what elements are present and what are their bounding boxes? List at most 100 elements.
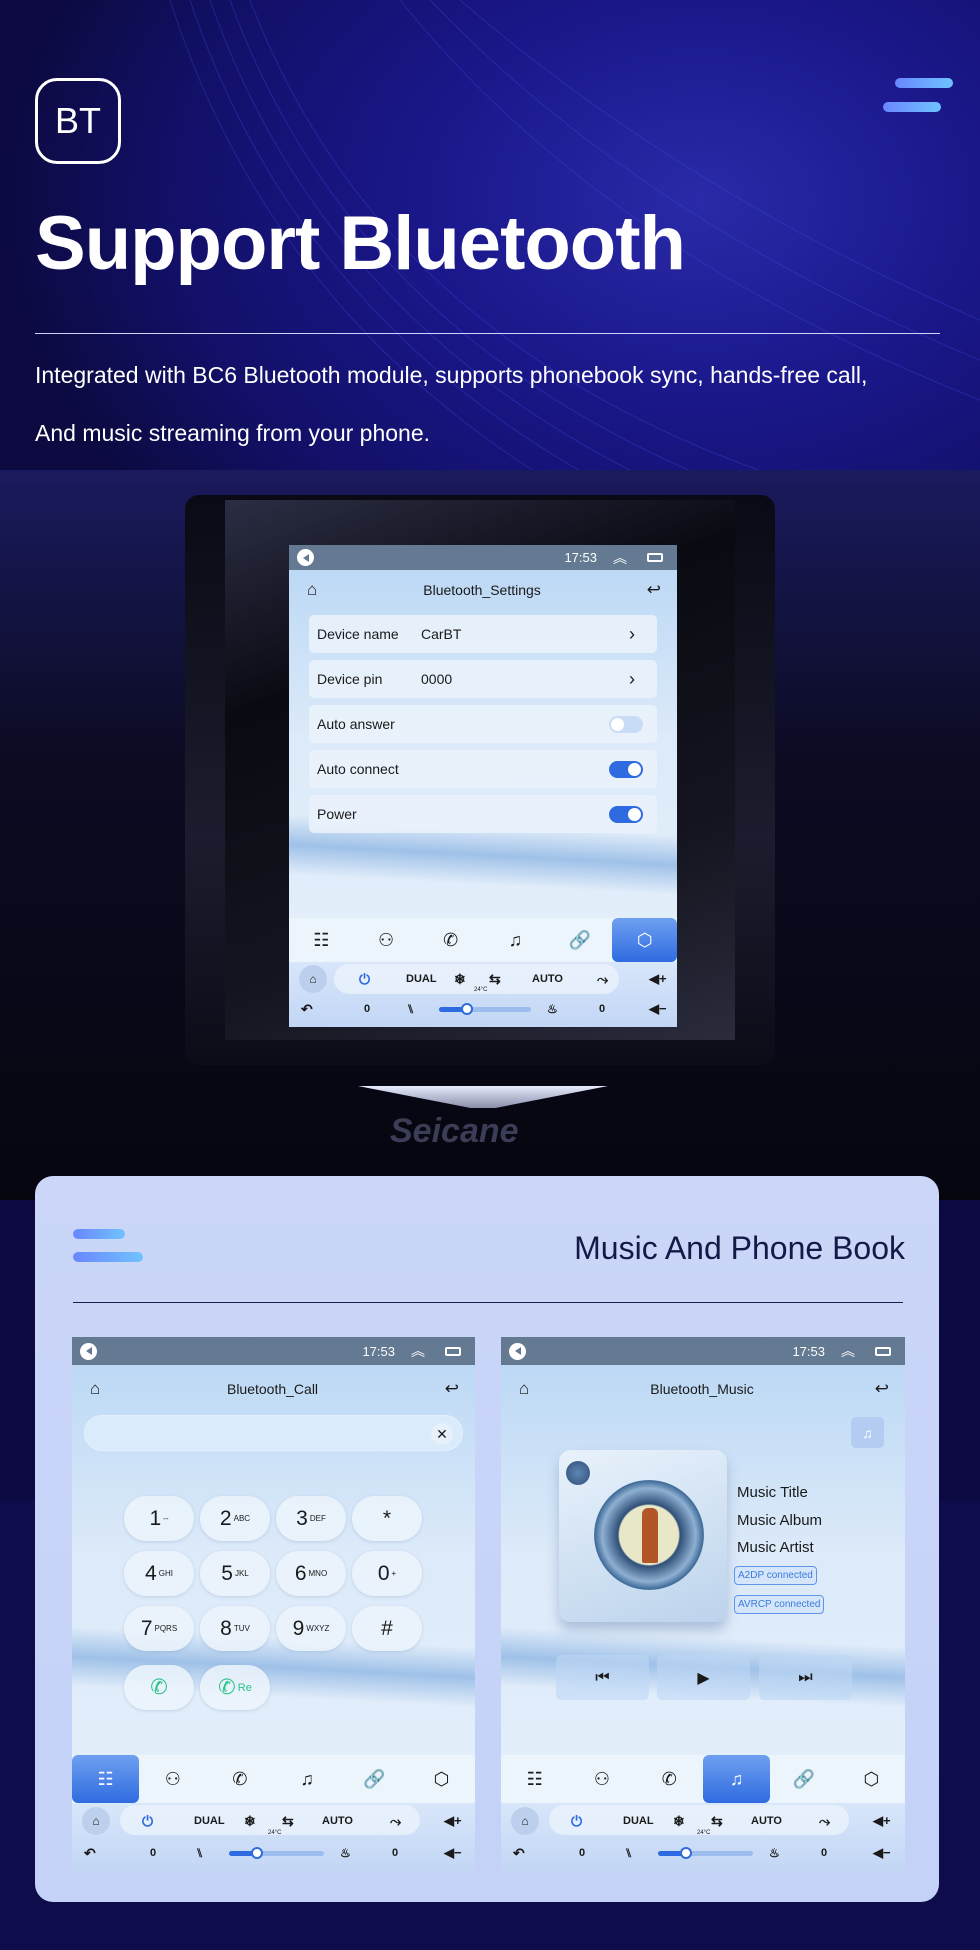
keypad-key[interactable]: 3 DEF bbox=[276, 1496, 346, 1541]
call-button[interactable]: ✆ bbox=[124, 1665, 194, 1710]
tab-contacts[interactable]: ⚇ bbox=[568, 1755, 635, 1803]
contact-icon: ⚇ bbox=[593, 1768, 611, 1789]
snowflake-icon[interactable]: ❄ bbox=[454, 971, 466, 988]
tab-link[interactable]: 🔗 bbox=[341, 1755, 408, 1803]
auto-answer-toggle[interactable] bbox=[609, 715, 643, 733]
home-icon[interactable]: ⌂ bbox=[519, 1379, 529, 1399]
tab-settings[interactable]: ⬡ bbox=[408, 1755, 475, 1803]
windows-icon[interactable] bbox=[875, 1346, 891, 1356]
device-name-row[interactable]: Device name CarBT › bbox=[309, 615, 657, 653]
airflow-icon[interactable]: ⤳ bbox=[390, 1813, 401, 1830]
return-icon[interactable]: ↶ bbox=[84, 1845, 96, 1862]
power-icon[interactable]: ⏻ bbox=[571, 1813, 582, 1830]
chevron-up-icon[interactable]: ︽ bbox=[841, 1341, 855, 1361]
home-button-icon[interactable]: ⌂ bbox=[82, 1807, 110, 1835]
windows-icon[interactable] bbox=[445, 1346, 461, 1356]
dual-button[interactable]: DUAL bbox=[406, 973, 437, 985]
home-icon[interactable]: ⌂ bbox=[307, 580, 317, 600]
auto-connect-toggle[interactable] bbox=[609, 760, 643, 778]
recirculate-icon[interactable]: ⇆ bbox=[711, 1813, 723, 1830]
tab-settings[interactable]: ⬡ bbox=[612, 918, 677, 962]
music-source-button[interactable]: ♫ bbox=[851, 1417, 884, 1448]
airflow-icon[interactable]: ⤳ bbox=[819, 1813, 830, 1830]
back-icon[interactable]: ↩ bbox=[445, 1379, 459, 1399]
keypad-key[interactable]: 6 MNO bbox=[276, 1551, 346, 1596]
tab-dialpad[interactable]: ☷ bbox=[289, 918, 354, 962]
keypad-key[interactable]: 9 WXYZ bbox=[276, 1606, 346, 1651]
volume-down-icon[interactable]: ◀− bbox=[873, 1845, 891, 1861]
tab-calls[interactable]: ✆ bbox=[418, 918, 483, 962]
tab-dialpad[interactable]: ☷ bbox=[72, 1755, 140, 1803]
seat-icon[interactable]: ⑊ bbox=[625, 1846, 632, 1860]
tab-settings[interactable]: ⬡ bbox=[838, 1755, 905, 1803]
tab-calls[interactable]: ✆ bbox=[206, 1755, 273, 1803]
volume-icon[interactable] bbox=[80, 1342, 97, 1360]
keypad-key[interactable]: 5 JKL bbox=[200, 1551, 270, 1596]
tab-contacts[interactable]: ⚇ bbox=[354, 918, 419, 962]
chevron-up-icon[interactable]: ︽ bbox=[411, 1341, 425, 1361]
volume-up-icon[interactable]: ◀+ bbox=[873, 1813, 891, 1829]
power-icon[interactable]: ⏻ bbox=[359, 971, 370, 988]
seat-heat-icon[interactable]: ♨ bbox=[547, 1002, 558, 1016]
tab-music[interactable]: ♫ bbox=[483, 918, 548, 962]
recirculate-icon[interactable]: ⇆ bbox=[282, 1813, 294, 1830]
windows-icon[interactable] bbox=[647, 553, 663, 562]
play-button[interactable]: ▶ bbox=[657, 1655, 750, 1700]
auto-button[interactable]: AUTO bbox=[532, 973, 563, 985]
seat-icon[interactable]: ⑊ bbox=[196, 1846, 203, 1860]
tab-contacts[interactable]: ⚇ bbox=[139, 1755, 206, 1803]
auto-button[interactable]: AUTO bbox=[751, 1815, 782, 1827]
seat-icon[interactable]: ⑊ bbox=[407, 1002, 414, 1016]
keypad-key[interactable]: 0 + bbox=[352, 1551, 422, 1596]
previous-button[interactable]: ⏮ bbox=[556, 1655, 649, 1700]
power-icon[interactable]: ⏻ bbox=[142, 1813, 153, 1830]
chevron-up-icon[interactable]: ︽ bbox=[613, 548, 627, 568]
tab-dialpad[interactable]: ☷ bbox=[501, 1755, 568, 1803]
clear-icon[interactable]: ✕ bbox=[431, 1423, 453, 1445]
power-toggle[interactable] bbox=[609, 805, 643, 823]
return-icon[interactable]: ↶ bbox=[301, 1001, 313, 1018]
home-button-icon[interactable]: ⌂ bbox=[299, 965, 327, 993]
volume-icon[interactable] bbox=[297, 549, 314, 566]
keypad-key[interactable]: 1 -- bbox=[124, 1496, 194, 1541]
keypad-key[interactable]: 4 GHI bbox=[124, 1551, 194, 1596]
home-button-icon[interactable]: ⌂ bbox=[511, 1807, 539, 1835]
keypad-key[interactable]: 7 PQRS bbox=[124, 1606, 194, 1651]
airflow-icon[interactable]: ⤳ bbox=[597, 971, 608, 988]
menu-icon[interactable] bbox=[883, 78, 953, 112]
device-pin-row[interactable]: Device pin 0000 › bbox=[309, 660, 657, 698]
keypad-key[interactable]: 2 ABC bbox=[200, 1496, 270, 1541]
return-icon[interactable]: ↶ bbox=[513, 1845, 525, 1862]
keypad-key[interactable]: * bbox=[352, 1496, 422, 1541]
seat-heat-icon[interactable]: ♨ bbox=[340, 1846, 351, 1860]
recirculate-icon[interactable]: ⇆ bbox=[489, 971, 501, 988]
back-icon[interactable]: ↩ bbox=[875, 1379, 889, 1399]
fan-slider[interactable] bbox=[439, 1002, 531, 1015]
dial-number-input[interactable]: ✕ bbox=[84, 1415, 463, 1451]
keypad-key[interactable]: # bbox=[352, 1606, 422, 1651]
tab-music[interactable]: ♫ bbox=[702, 1755, 771, 1803]
back-icon[interactable]: ↩ bbox=[647, 580, 661, 600]
dual-button[interactable]: DUAL bbox=[623, 1815, 654, 1827]
volume-up-icon[interactable]: ◀+ bbox=[444, 1813, 462, 1829]
tab-calls[interactable]: ✆ bbox=[636, 1755, 703, 1803]
next-button[interactable]: ⏭ bbox=[759, 1655, 852, 1700]
redial-button[interactable]: ✆ Re bbox=[200, 1665, 270, 1710]
tab-music[interactable]: ♫ bbox=[274, 1755, 341, 1803]
snowflake-icon[interactable]: ❄ bbox=[673, 1813, 685, 1830]
keypad-key[interactable]: 8 TUV bbox=[200, 1606, 270, 1651]
tab-link[interactable]: 🔗 bbox=[548, 918, 613, 962]
fan-slider[interactable] bbox=[658, 1846, 753, 1859]
home-icon[interactable]: ⌂ bbox=[90, 1379, 100, 1399]
volume-down-icon[interactable]: ◀− bbox=[444, 1845, 462, 1861]
dual-button[interactable]: DUAL bbox=[194, 1815, 225, 1827]
fan-slider[interactable] bbox=[229, 1846, 324, 1859]
tab-link[interactable]: 🔗 bbox=[770, 1755, 837, 1803]
volume-down-icon[interactable]: ◀− bbox=[649, 1001, 667, 1017]
snowflake-icon[interactable]: ❄ bbox=[244, 1813, 256, 1830]
key-letters: ABC bbox=[233, 1514, 251, 1523]
volume-icon[interactable] bbox=[509, 1342, 526, 1360]
auto-button[interactable]: AUTO bbox=[322, 1815, 353, 1827]
seat-heat-icon[interactable]: ♨ bbox=[769, 1846, 780, 1860]
volume-up-icon[interactable]: ◀+ bbox=[649, 971, 667, 987]
